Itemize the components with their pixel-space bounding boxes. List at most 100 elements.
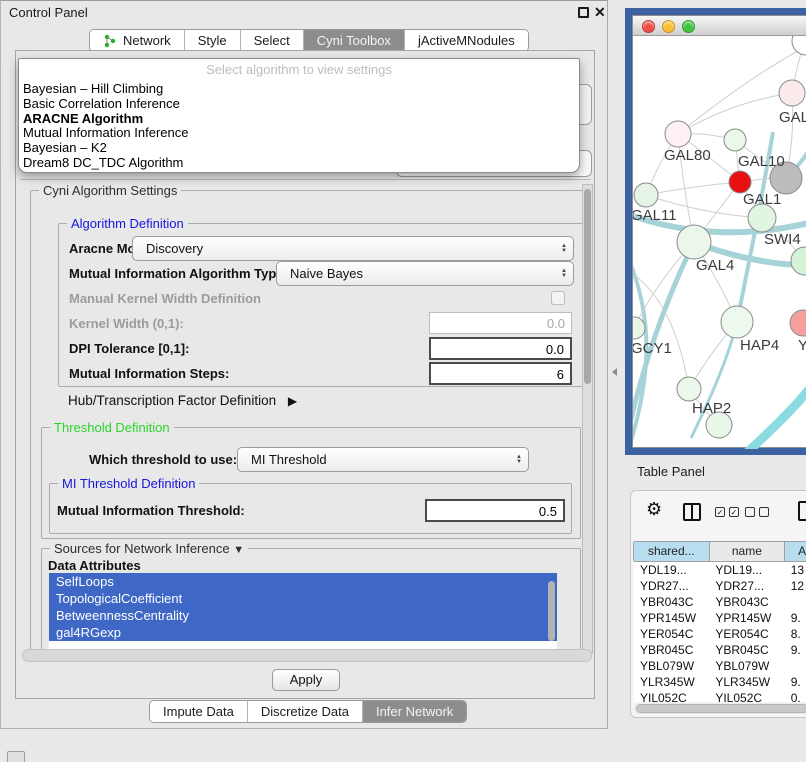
dropdown-placeholder: Select algorithm to view settings bbox=[19, 59, 579, 77]
new-table-icon[interactable] bbox=[798, 501, 806, 521]
column-header[interactable]: name bbox=[709, 542, 786, 561]
table-cell: YLR345W bbox=[634, 674, 709, 690]
settings-hscrollbar[interactable] bbox=[22, 649, 592, 662]
deselect-all-icon[interactable] bbox=[745, 507, 769, 517]
float-window-icon[interactable] bbox=[578, 7, 589, 18]
table-row[interactable]: YLR345WYLR345W9. bbox=[634, 674, 806, 690]
split-view-icon[interactable] bbox=[683, 503, 701, 521]
table-cell: 9. bbox=[785, 642, 806, 658]
table-panel-title: Table Panel bbox=[637, 464, 705, 479]
select-all-icon[interactable]: ✓✓ bbox=[715, 507, 739, 517]
list-scrollbar[interactable] bbox=[548, 581, 555, 641]
network-node[interactable] bbox=[791, 247, 806, 275]
table-cell: YBR045C bbox=[634, 642, 709, 658]
table-cell: YPR145W bbox=[634, 610, 709, 626]
table-cell: YBL079W bbox=[709, 658, 784, 674]
data-attribute-item[interactable]: BetweennessCentrality bbox=[49, 607, 557, 624]
minimize-traffic-light-icon[interactable] bbox=[662, 20, 675, 33]
node-label: GAL80 bbox=[664, 147, 711, 164]
table-cell: YER054C bbox=[709, 626, 784, 642]
settings-scrollbar[interactable] bbox=[582, 184, 593, 654]
table-row[interactable]: YDL19...YDL19...13 bbox=[634, 562, 806, 578]
tab-impute-data[interactable]: Impute Data bbox=[150, 701, 248, 722]
tab-cyni-toolbox[interactable]: Cyni Toolbox bbox=[304, 30, 405, 51]
table-cell: YIL052C bbox=[634, 690, 709, 702]
table-row[interactable]: YPR145WYPR145W9. bbox=[634, 610, 806, 626]
dropdown-option[interactable]: Bayesian – K2 bbox=[19, 141, 579, 156]
network-node-gal10[interactable] bbox=[724, 129, 746, 151]
dpi-tolerance-field[interactable]: 0.0 bbox=[429, 337, 572, 360]
group-title: MI Threshold Definition bbox=[58, 476, 199, 491]
manual-kernel-checkbox[interactable] bbox=[551, 291, 565, 305]
kernel-width-label: Kernel Width (0,1): bbox=[69, 316, 184, 331]
close-traffic-light-icon[interactable] bbox=[642, 20, 655, 33]
table-row[interactable]: YBR043CYBR043C bbox=[634, 594, 806, 610]
hub-definition-toggle[interactable]: Hub/Transcription Factor Definition ▶ bbox=[68, 393, 297, 408]
network-node-hap4[interactable] bbox=[721, 306, 753, 338]
network-window-titlebar[interactable] bbox=[633, 16, 806, 36]
which-threshold-select[interactable]: MI Threshold ▲▼ bbox=[237, 447, 529, 472]
network-edge[interactable] bbox=[646, 182, 740, 195]
tab-infer-network[interactable]: Infer Network bbox=[363, 701, 466, 722]
minimized-panel-icon[interactable] bbox=[7, 751, 25, 762]
table-cell: 0. bbox=[785, 690, 806, 702]
network-node[interactable] bbox=[792, 36, 806, 55]
network-edge[interactable] bbox=[737, 382, 806, 449]
algorithm-definition-group: Algorithm Definition Aracne Mode: Discov… bbox=[58, 223, 588, 387]
gear-icon[interactable]: ⚙ bbox=[646, 499, 662, 520]
dropdown-option[interactable]: Bayesian – Hill Climbing bbox=[19, 82, 579, 97]
table-row[interactable]: YER054CYER054C8. bbox=[634, 626, 806, 642]
which-threshold-label: Which threshold to use: bbox=[89, 452, 237, 467]
mi-steps-field[interactable]: 6 bbox=[429, 362, 572, 385]
tab-network[interactable]: Network bbox=[90, 30, 185, 51]
dropdown-option[interactable]: Mutual Information Inference bbox=[19, 126, 579, 141]
tab-jactivemnodules[interactable]: jActiveMNodules bbox=[405, 30, 528, 51]
table-cell: YER054C bbox=[634, 626, 709, 642]
dropdown-option[interactable]: Basic Correlation Inference bbox=[19, 97, 579, 112]
table-cell: 13 bbox=[785, 562, 806, 578]
network-node-swi4[interactable] bbox=[748, 204, 776, 232]
aracne-mode-select[interactable]: Discovery ▲▼ bbox=[132, 236, 574, 261]
close-icon[interactable]: ✕ bbox=[594, 4, 606, 21]
network-canvas-svg[interactable]: GALGAL80GAL10GAL1GAL11SWI4GAL4GCY1HAP4YH… bbox=[633, 36, 806, 449]
table-row[interactable]: YBL079WYBL079W bbox=[634, 658, 806, 674]
apply-button[interactable]: Apply bbox=[272, 669, 340, 691]
dropdown-option[interactable]: Dream8 DC_TDC Algorithm bbox=[19, 156, 579, 171]
combo-stepper-icon: ▲▼ bbox=[561, 262, 567, 285]
data-attribute-item[interactable]: TopologicalCoefficient bbox=[49, 590, 557, 607]
network-node-gal11[interactable] bbox=[634, 183, 658, 207]
zoom-traffic-light-icon[interactable] bbox=[682, 20, 695, 33]
table-row[interactable]: YBR045CYBR045C9. bbox=[634, 642, 806, 658]
table-cell: 9. bbox=[785, 674, 806, 690]
table-row[interactable]: YIL052CYIL052C0. bbox=[634, 690, 806, 702]
data-attribute-item[interactable]: SelfLoops bbox=[49, 573, 557, 590]
splitter-collapse-icon[interactable] bbox=[612, 368, 617, 376]
network-node-gal4[interactable] bbox=[677, 225, 711, 259]
network-node-gal80[interactable] bbox=[665, 121, 691, 147]
data-attributes-list[interactable]: SelfLoopsTopologicalCoefficientBetweenne… bbox=[49, 573, 557, 650]
column-header[interactable]: shared... bbox=[633, 542, 710, 561]
network-node-gal[interactable] bbox=[779, 80, 805, 106]
network-edge[interactable] bbox=[678, 93, 792, 134]
tab-select[interactable]: Select bbox=[241, 30, 304, 51]
threshold-definition-group: Threshold Definition Which threshold to … bbox=[41, 427, 581, 539]
kernel-width-field[interactable]: 0.0 bbox=[429, 312, 572, 334]
group-title: Cyni Algorithm Settings bbox=[39, 183, 181, 198]
network-node-gal1[interactable] bbox=[729, 171, 751, 193]
dropdown-option[interactable]: ARACNE Algorithm bbox=[19, 112, 579, 127]
data-attribute-item[interactable]: gal4RGexp bbox=[49, 624, 557, 641]
tab-discretize-data[interactable]: Discretize Data bbox=[248, 701, 363, 722]
mi-threshold-field[interactable]: 0.5 bbox=[425, 499, 565, 522]
table-cell: YLR345W bbox=[709, 674, 784, 690]
mi-type-select[interactable]: Naive Bayes ▲▼ bbox=[276, 261, 574, 286]
sources-toggle[interactable]: Sources for Network Inference ▼ bbox=[50, 541, 248, 556]
network-node-hap2[interactable] bbox=[677, 377, 701, 401]
network-view-inner: GALGAL80GAL10GAL1GAL11SWI4GAL4GCY1HAP4YH… bbox=[632, 15, 806, 448]
network-node-y[interactable] bbox=[790, 310, 806, 336]
table-hscrollbar[interactable] bbox=[634, 703, 806, 714]
table-row[interactable]: YDR27...YDR27...12 bbox=[634, 578, 806, 594]
network-tab-icon bbox=[103, 34, 117, 48]
group-title: Threshold Definition bbox=[50, 420, 174, 435]
tab-style[interactable]: Style bbox=[185, 30, 241, 51]
column-header[interactable]: A bbox=[784, 542, 806, 561]
